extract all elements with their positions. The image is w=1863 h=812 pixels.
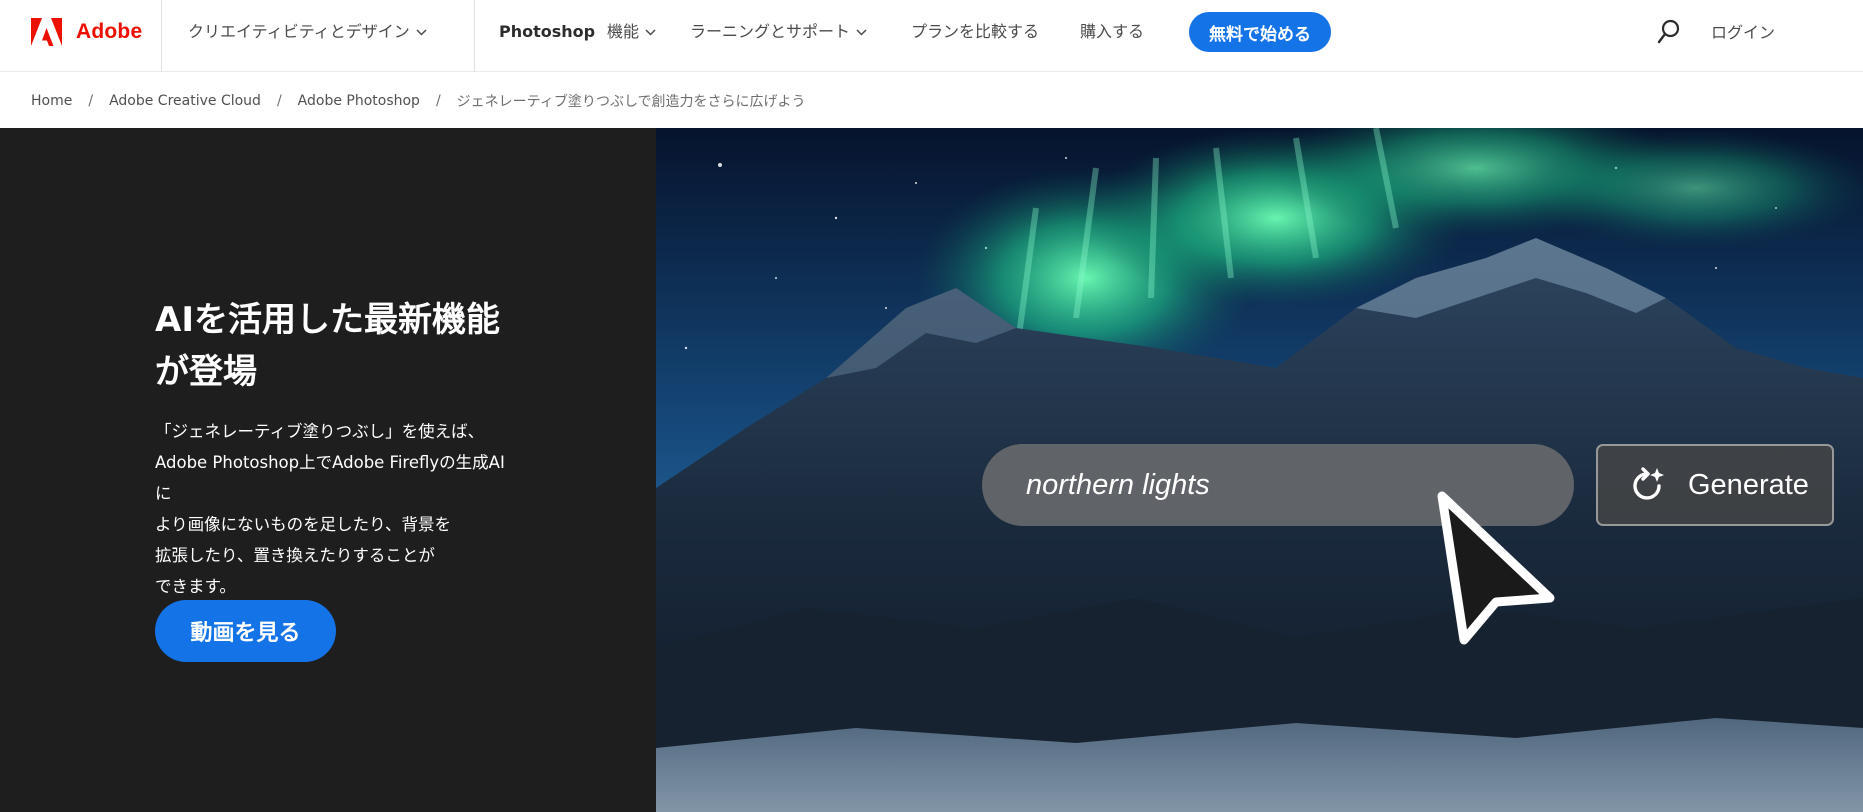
chevron-down-icon bbox=[645, 28, 656, 36]
hero-title-line: が登場 bbox=[155, 352, 257, 392]
generative-refresh-icon bbox=[1633, 467, 1664, 500]
hero-title-line: AIを活用した最新機能 bbox=[155, 300, 500, 340]
chevron-down-icon bbox=[856, 28, 867, 36]
breadcrumb-creative-cloud[interactable]: Adobe Creative Cloud bbox=[109, 93, 261, 109]
nav-features[interactable]: 機能 bbox=[607, 20, 656, 44]
generate-button[interactable]: Generate bbox=[1596, 444, 1834, 526]
brand-name: Adobe bbox=[76, 20, 143, 43]
breadcrumb-separator: / bbox=[276, 92, 282, 109]
start-free-button[interactable]: 無料で始める bbox=[1189, 12, 1331, 52]
login-link[interactable]: ログイン bbox=[1711, 19, 1775, 43]
nav-buy[interactable]: 購入する bbox=[1080, 20, 1144, 44]
nav-creativity-design[interactable]: クリエイティビティとデザイン bbox=[188, 20, 427, 44]
breadcrumb-current-page: ジェネレーティブ塗りつぶしで創造力をさらに広げよう bbox=[456, 93, 806, 110]
breadcrumb-photoshop[interactable]: Adobe Photoshop bbox=[298, 93, 420, 109]
watch-video-button[interactable]: 動画を見る bbox=[155, 600, 336, 662]
nav-divider bbox=[474, 0, 475, 72]
nav-label: Photoshop bbox=[499, 22, 596, 41]
nav-label: 購入する bbox=[1080, 22, 1145, 41]
chevron-down-icon bbox=[416, 28, 427, 36]
breadcrumb: Home / Adobe Creative Cloud / Adobe Phot… bbox=[0, 73, 1863, 128]
breadcrumb-separator: / bbox=[435, 92, 441, 109]
nav-label: ラーニングとサポート bbox=[690, 22, 851, 41]
hero-title: AIを活用した最新機能 が登場 bbox=[155, 294, 555, 398]
nav-learning-support[interactable]: ラーニングとサポート bbox=[690, 20, 867, 44]
hero-description-line: できます。 bbox=[155, 577, 236, 596]
breadcrumb-home[interactable]: Home bbox=[31, 93, 72, 109]
breadcrumb-separator: / bbox=[88, 92, 94, 109]
adobe-logo[interactable]: Adobe bbox=[31, 18, 142, 46]
adobe-logo-icon bbox=[31, 18, 62, 46]
hero-description-line: Adobe Photoshop上でAdobe Fireflyの生成AIに bbox=[155, 453, 505, 503]
nav-compare-plans[interactable]: プランを比較する bbox=[911, 20, 1039, 44]
hero-description-line: より画像にないものを足したり、背景を bbox=[155, 515, 452, 534]
nav-photoshop[interactable]: Photoshop bbox=[499, 20, 595, 44]
generate-button-label: Generate bbox=[1688, 469, 1809, 501]
hero-description-line: 「ジェネレーティブ塗りつぶし」を使えば、 bbox=[155, 422, 485, 441]
hero-description: 「ジェネレーティブ塗りつぶし」を使えば、 Adobe Photoshop上でAd… bbox=[155, 416, 515, 602]
hero-description-line: 拡張したり、置き換えたりすることが bbox=[155, 546, 435, 565]
hero-text-panel: AIを活用した最新機能 が登場 「ジェネレーティブ塗りつぶし」を使えば、 Ado… bbox=[0, 128, 656, 812]
nav-divider bbox=[161, 0, 162, 72]
nav-label: 機能 bbox=[607, 22, 640, 41]
search-icon[interactable] bbox=[1657, 19, 1681, 45]
nav-label: プランを比較する bbox=[911, 22, 1040, 41]
nav-label: クリエイティビティとデザイン bbox=[188, 22, 410, 41]
global-nav: Adobe クリエイティビティとデザイン Photoshop 機能 ラーニングと… bbox=[0, 0, 1863, 72]
mouse-cursor-icon bbox=[1437, 491, 1555, 645]
hero-demo-image: northern lights Generate bbox=[656, 128, 1863, 812]
